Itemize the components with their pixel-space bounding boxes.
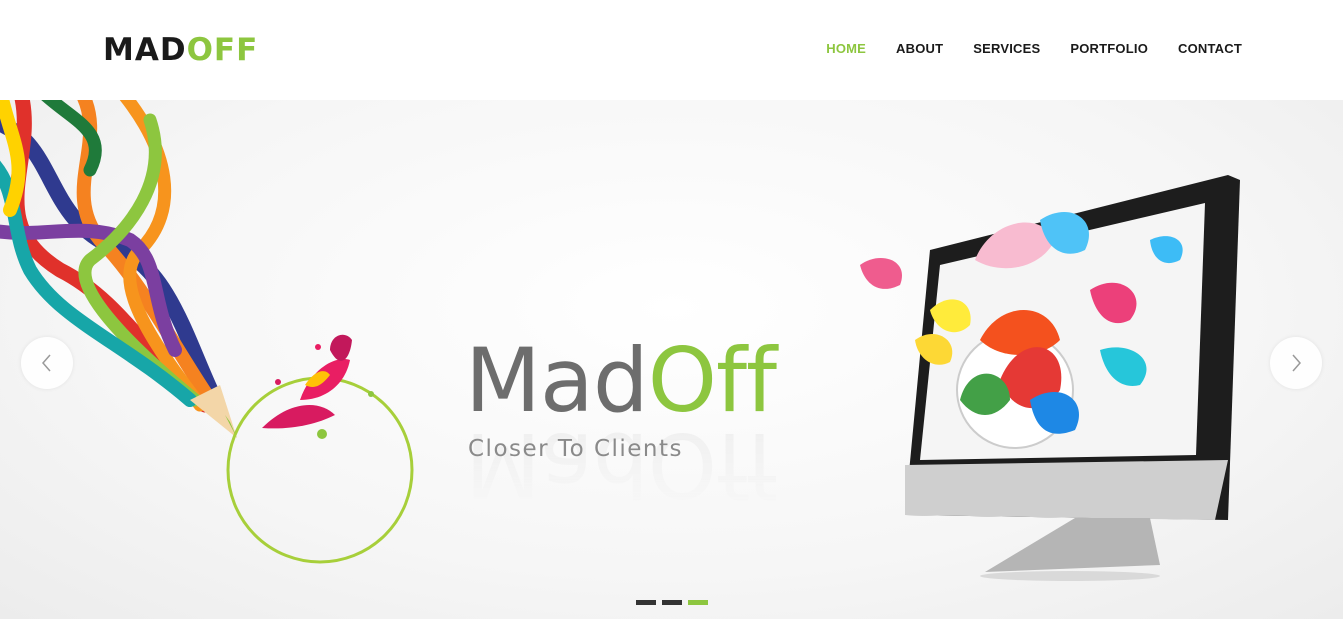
logo-part-1: MAD (103, 32, 187, 68)
hero-tagline: Closer To Clients (468, 436, 684, 462)
brand-part-2: Off (647, 329, 777, 432)
chevron-right-icon (1292, 354, 1301, 372)
brand-part-1: Mad (465, 329, 649, 432)
site-header: MADOFF HOME ABOUT SERVICES PORTFOLIO CON… (0, 0, 1343, 100)
nav-item-contact[interactable]: CONTACT (1178, 40, 1242, 60)
slider-dot-active[interactable] (688, 600, 708, 605)
slider-next-button[interactable] (1270, 337, 1322, 389)
nav-item-services[interactable]: SERVICES (973, 40, 1040, 60)
nav-item-home[interactable]: HOME (826, 40, 866, 60)
slider-pagination (636, 600, 708, 605)
nav-item-about[interactable]: ABOUT (896, 40, 943, 60)
slider-prev-button[interactable] (21, 337, 73, 389)
logo-part-2: OFF (186, 32, 259, 68)
chevron-left-icon (42, 354, 51, 372)
hero-slider: MadOff MadOff Closer To Clients (0, 100, 1343, 619)
main-nav: HOME ABOUT SERVICES PORTFOLIO CONTACT (826, 40, 1242, 60)
green-circle (226, 376, 414, 564)
hero-brand-title: MadOff (465, 335, 777, 427)
nav-item-portfolio[interactable]: PORTFOLIO (1070, 40, 1148, 60)
slider-dot[interactable] (636, 600, 656, 605)
slider-dot[interactable] (662, 600, 682, 605)
brand-reflection: MadOff (465, 413, 776, 516)
site-logo[interactable]: MADOFF (103, 30, 258, 70)
